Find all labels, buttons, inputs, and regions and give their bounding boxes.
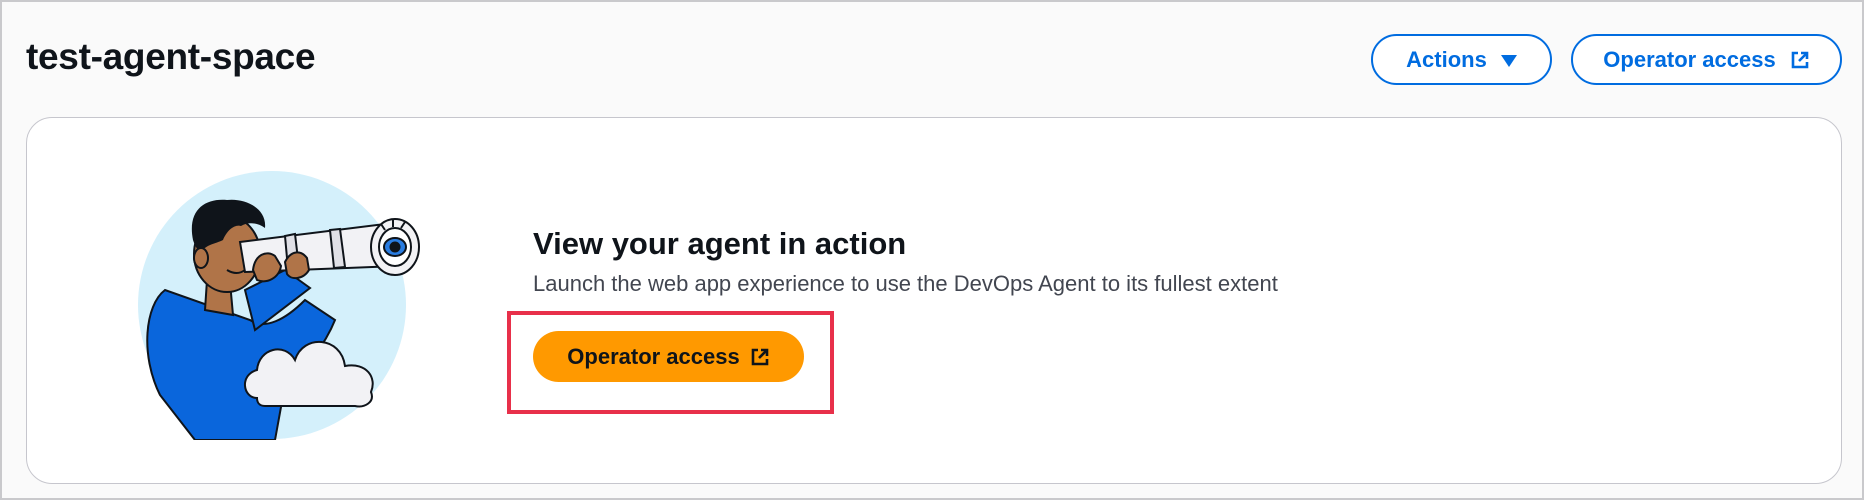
operator-access-primary-label: Operator access [567,343,740,369]
operator-access-header-button[interactable]: Operator access [1571,34,1842,85]
card-title: View your agent in action [533,226,907,261]
operator-access-header-label: Operator access [1603,46,1776,72]
actions-button[interactable]: Actions [1371,34,1552,85]
external-link-icon [1790,50,1810,70]
caret-down-icon [1500,54,1517,67]
external-link-icon [750,347,770,367]
operator-access-primary-button[interactable]: Operator access [533,331,804,382]
page-container: test-agent-space Actions Operator access [0,0,1864,500]
actions-button-label: Actions [1406,46,1487,72]
page-title: test-agent-space [26,36,316,77]
card-subtitle: Launch the web app experience to use the… [533,271,1278,296]
person-with-telescope-illustration [135,170,445,441]
